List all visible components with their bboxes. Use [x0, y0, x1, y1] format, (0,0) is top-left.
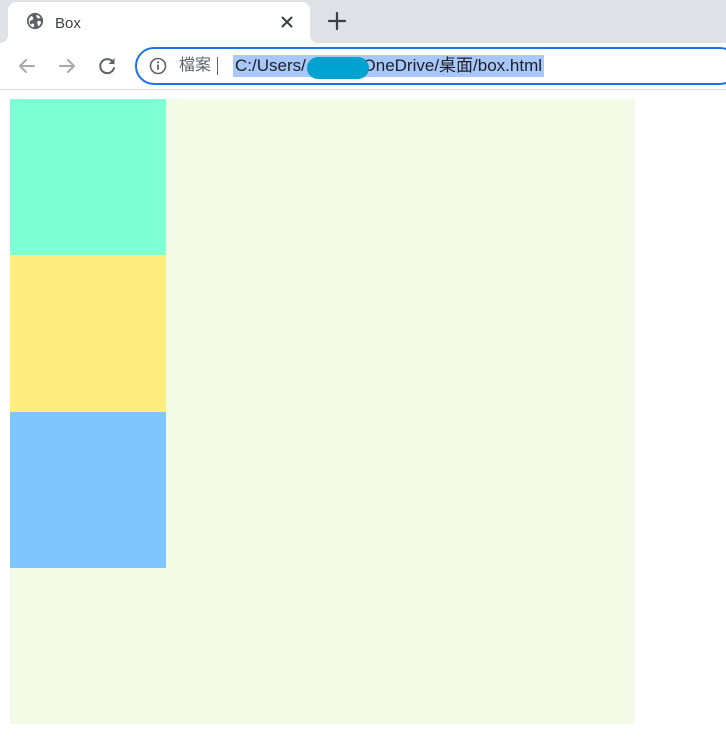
arrow-left-icon[interactable] [15, 54, 39, 78]
browser-toolbar: 檔案 C:/Users/ /OneDrive/桌面/box.html [0, 43, 726, 90]
page-viewport [0, 90, 726, 743]
separator [217, 57, 218, 75]
info-icon[interactable] [149, 57, 167, 75]
box-yellow [10, 255, 166, 412]
box-blue [10, 412, 166, 568]
address-bar[interactable]: 檔案 C:/Users/ /OneDrive/桌面/box.html [135, 47, 726, 85]
box-aquamarine [10, 99, 166, 256]
url-field[interactable]: C:/Users/ /OneDrive/桌面/box.html [233, 55, 545, 79]
security-label[interactable]: 檔案 [179, 57, 211, 75]
tab-box[interactable]: Box [8, 2, 310, 43]
close-icon[interactable] [278, 13, 296, 31]
redaction-mark [307, 57, 369, 79]
reload-icon[interactable] [95, 54, 119, 78]
plus-icon[interactable] [326, 10, 348, 32]
arrow-right-icon[interactable] [55, 54, 79, 78]
outer-box [10, 99, 635, 724]
tab-strip: Box [0, 0, 726, 43]
tab-title: Box [55, 15, 81, 32]
url-text[interactable]: C:/Users/ /OneDrive/桌面/box.html [233, 55, 545, 77]
globe-icon [26, 12, 44, 30]
